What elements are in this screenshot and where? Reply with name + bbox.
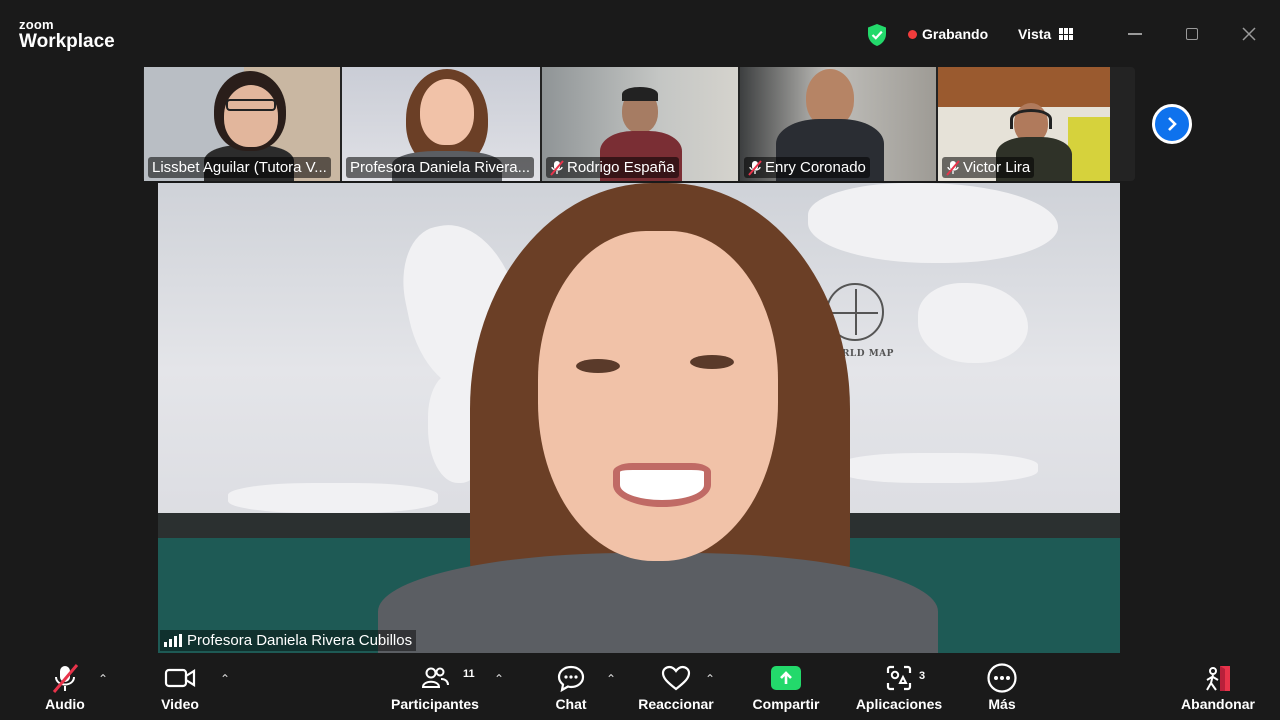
audio-button[interactable]: Audio [38,654,92,720]
participant-tile-active[interactable]: Profesora Daniela Rivera... [342,67,540,181]
participants-button[interactable]: 11 Participantes [388,654,482,720]
maximize-icon [1186,28,1198,40]
react-label: Reaccionar [638,696,714,712]
heart-icon [661,665,691,691]
more-label: Más [988,696,1016,712]
participant-tile[interactable]: Enry Coronado [740,67,936,181]
share-screen-icon [771,666,801,690]
react-button[interactable]: Reaccionar [638,654,714,720]
chat-options-caret-icon[interactable]: ⌃ [606,672,616,686]
share-label: Compartir [752,696,820,712]
muted-mic-icon [550,159,564,176]
participant-name-label: Rodrigo España [546,157,679,178]
minimize-button[interactable] [1121,20,1149,48]
close-icon [1242,27,1256,41]
participant-name: Enry Coronado [765,159,866,176]
participants-count: 11 [463,668,475,680]
video-label: Video [161,696,199,712]
more-dots-icon [987,663,1017,693]
next-page-button[interactable] [1152,104,1192,144]
recording-label: Grabando [922,26,989,42]
participant-name-label: Lissbet Aguilar (Tutora V... [148,157,331,178]
chat-button[interactable]: Chat [548,654,594,720]
speaker-name-label: Profesora Daniela Rivera Cubillos [160,630,417,651]
muted-mic-icon [748,159,762,176]
apps-button[interactable]: 3 Aplicaciones [854,654,944,720]
muted-mic-icon [946,159,960,176]
participant-name: Profesora Daniela Rivera... [350,159,531,176]
participant-name-label: Enry Coronado [744,157,870,178]
participants-options-caret-icon[interactable]: ⌃ [494,672,504,686]
record-dot-icon [908,29,917,39]
active-speaker-video[interactable]: WORLD MAP Profesora Daniela Rivera Cubil… [158,183,1120,653]
video-options-caret-icon[interactable]: ⌃ [220,672,230,686]
minimize-icon [1128,33,1142,35]
participant-tile[interactable]: Rodrigo España [542,67,738,181]
view-label: Vista [1018,26,1052,42]
react-options-caret-icon[interactable]: ⌃ [705,672,715,686]
apps-icon [886,665,912,691]
maximize-button[interactable] [1178,20,1206,48]
participant-name-label: Victor Lira [942,157,1035,178]
participants-label: Participantes [391,696,479,712]
apps-count: 3 [919,670,926,682]
logo-bottom-text: Workplace [19,31,115,52]
muted-mic-icon [52,664,79,693]
leave-button[interactable]: Abandonar [1178,654,1258,720]
leave-door-icon [1206,666,1230,691]
participant-name: Victor Lira [963,159,1031,176]
share-button[interactable]: Compartir [750,654,822,720]
chat-bubble-icon [557,665,585,692]
logo-top-text: zoom [19,17,54,32]
recording-indicator[interactable]: Grabando [908,26,988,42]
participant-tile[interactable]: Victor Lira [938,67,1110,181]
video-button[interactable]: Video [154,654,206,720]
title-bar: zoom Workplace Grabando Vista [0,0,1280,66]
participant-name: Rodrigo España [567,159,675,176]
participants-icon [421,667,449,688]
audio-options-caret-icon[interactable]: ⌃ [98,672,108,686]
participant-name: Lissbet Aguilar (Tutora V... [152,159,327,176]
participant-tile[interactable]: Lissbet Aguilar (Tutora V... [144,67,340,181]
audio-label: Audio [45,696,85,712]
shield-check-icon[interactable] [866,23,888,47]
signal-strength-icon [164,634,182,647]
view-button[interactable]: Vista [1018,26,1074,42]
speaker-name: Profesora Daniela Rivera Cubillos [187,632,413,649]
grid-view-icon [1059,28,1074,40]
participant-name-label: Profesora Daniela Rivera... [346,157,535,178]
apps-label: Aplicaciones [855,696,943,712]
more-button[interactable]: Más [982,654,1022,720]
zoom-logo: zoom Workplace [19,18,115,51]
chevron-right-icon [1168,117,1177,131]
video-camera-icon [164,668,196,688]
leave-label: Abandonar [1181,696,1255,712]
close-button[interactable] [1235,20,1263,48]
chat-label: Chat [555,696,587,712]
meeting-toolbar: Audio ⌃ Video ⌃ 11 Participantes ⌃ Chat … [0,654,1280,720]
